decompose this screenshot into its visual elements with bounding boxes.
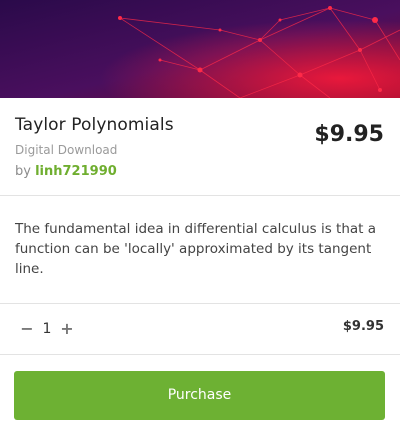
- line-total: $9.95: [342, 319, 384, 334]
- purchase-button[interactable]: Purchase: [14, 371, 385, 420]
- product-banner-image: [0, 0, 400, 98]
- byline-prefix: by: [15, 164, 31, 179]
- plus-icon[interactable]: +: [59, 318, 75, 340]
- product-description: The fundamental idea in differential cal…: [15, 221, 377, 277]
- quantity-row: − 1 + $9.95: [0, 303, 400, 355]
- author-link[interactable]: linh721990: [35, 164, 117, 179]
- quantity-value[interactable]: 1: [40, 318, 54, 340]
- product-price: $9.95: [314, 122, 384, 147]
- product-card: Taylor Polynomials Digital Download by l…: [0, 0, 400, 436]
- minus-icon[interactable]: −: [19, 318, 35, 340]
- product-title: Taylor Polynomials: [15, 115, 174, 135]
- product-header: Taylor Polynomials Digital Download by l…: [0, 98, 400, 196]
- product-type: Digital Download: [15, 143, 118, 157]
- product-byline: by linh721990: [15, 164, 117, 179]
